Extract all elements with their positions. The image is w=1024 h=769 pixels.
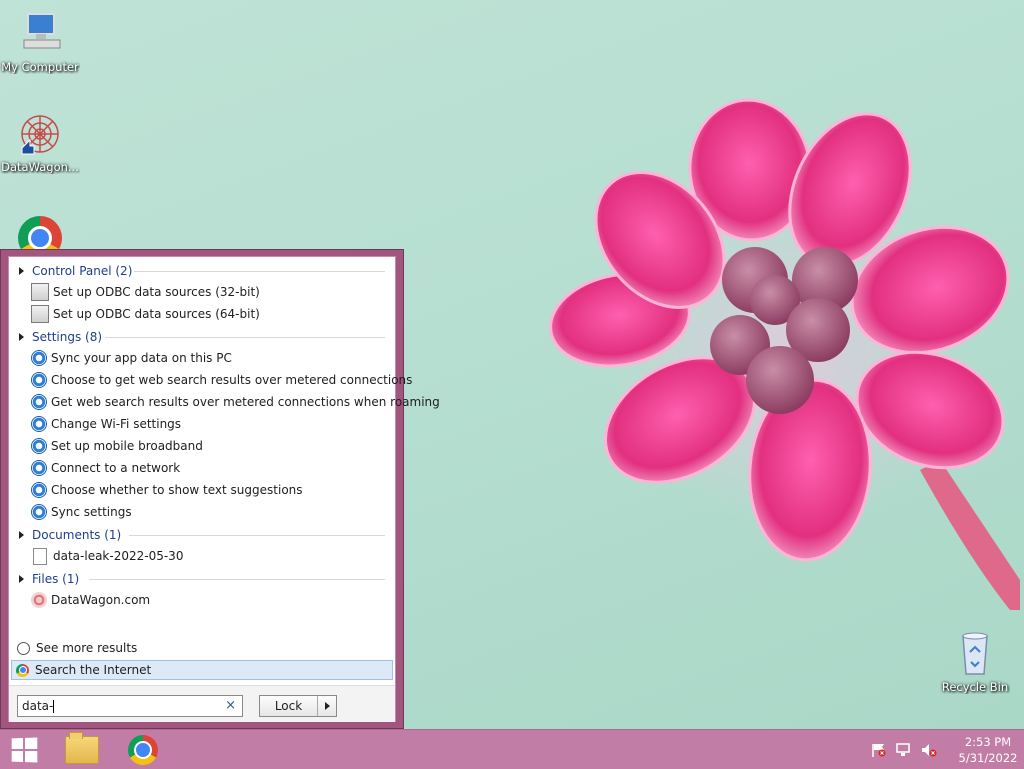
taskbar-clock[interactable]: 2:53 PM 5/31/2022: [952, 734, 1024, 766]
gear-icon: [31, 482, 47, 498]
group-header-documents[interactable]: Documents (1): [19, 526, 385, 544]
clock-date: 5/31/2022: [958, 750, 1018, 765]
result-item[interactable]: Choose to get web search results over me…: [31, 370, 412, 390]
result-item[interactable]: Sync your app data on this PC: [31, 348, 232, 368]
result-label: Change Wi-Fi settings: [51, 417, 182, 431]
wallpaper-flower: [549, 98, 1020, 610]
result-label: data-leak-2022-05-30: [53, 549, 184, 563]
odbc-icon: [31, 283, 49, 301]
action-center-flag-icon[interactable]: [871, 743, 887, 757]
search-icon: [17, 641, 30, 655]
lock-button-group: Lock: [259, 695, 337, 717]
datawagon-icon: [16, 110, 64, 158]
result-item[interactable]: Set up mobile broadband: [31, 436, 203, 456]
result-item[interactable]: Change Wi-Fi settings: [31, 414, 181, 434]
desktop-icon-my-computer[interactable]: My Computer: [0, 10, 80, 74]
gear-icon: [31, 350, 47, 366]
volume-muted-icon[interactable]: [921, 743, 937, 757]
desktop-icon-label: Recycle Bin: [941, 680, 1009, 694]
start-search-panel: Control Panel (2) Set up ODBC data sourc…: [0, 249, 440, 729]
chevron-right-icon: [324, 702, 330, 710]
computer-icon: [16, 10, 64, 58]
desktop-icon-label: DataWagon...: [1, 160, 79, 174]
group-header-settings[interactable]: Settings (8): [19, 328, 385, 346]
result-item[interactable]: Set up ODBC data sources (64-bit): [31, 304, 260, 324]
search-internet-label: Search the Internet: [35, 663, 152, 677]
group-header-control-panel[interactable]: Control Panel (2): [19, 262, 385, 280]
clear-search-icon[interactable]: ×: [225, 698, 236, 713]
group-header-files[interactable]: Files (1): [19, 570, 385, 588]
chrome-icon: [16, 663, 29, 677]
result-item[interactable]: DataWagon.com: [31, 590, 150, 610]
group-label: Control Panel (2): [32, 264, 133, 278]
result-label: Set up mobile broadband: [51, 439, 203, 453]
search-results-list: Control Panel (2) Set up ODBC data sourc…: [8, 256, 440, 722]
gear-icon: [31, 438, 47, 454]
chrome-icon: [128, 734, 158, 765]
recycle-bin-icon: [951, 630, 999, 678]
result-item[interactable]: Choose whether to show text suggestions: [31, 480, 303, 500]
start-button[interactable]: [0, 730, 48, 769]
gear-icon: [31, 416, 47, 432]
result-label: Set up ODBC data sources (32-bit): [53, 285, 260, 299]
result-label: Sync your app data on this PC: [51, 351, 232, 365]
result-label: Connect to a network: [51, 461, 181, 475]
result-label: Choose to get web search results over me…: [51, 373, 413, 387]
search-query-text: data-: [22, 699, 54, 713]
see-more-label: See more results: [36, 641, 138, 655]
group-label: Settings (8): [32, 330, 103, 344]
gear-icon: [31, 372, 47, 388]
desktop-icon-datawagon[interactable]: DataWagon...: [0, 110, 80, 174]
result-item[interactable]: data-leak-2022-05-30: [31, 546, 183, 566]
result-item[interactable]: Connect to a network: [31, 458, 180, 478]
result-label: Get web search results over metered conn…: [51, 395, 440, 409]
expand-arrow-icon: [19, 575, 24, 583]
expand-arrow-icon: [19, 267, 24, 275]
search-bar-area: data- × Lock: [9, 685, 395, 722]
clock-time: 2:53 PM: [964, 734, 1012, 749]
taskbar-chrome[interactable]: [119, 730, 167, 769]
taskbar-file-explorer[interactable]: [58, 730, 106, 769]
document-icon: [33, 547, 47, 565]
odbc-icon: [31, 305, 49, 323]
result-item[interactable]: Get web search results over metered conn…: [31, 392, 440, 412]
result-item[interactable]: Set up ODBC data sources (32-bit): [31, 282, 260, 302]
folder-icon: [65, 731, 99, 764]
lock-button[interactable]: Lock: [260, 696, 318, 716]
gear-icon: [31, 460, 47, 476]
desktop-icon-label: My Computer: [1, 60, 79, 74]
gear-icon: [31, 394, 47, 410]
power-options-arrow-button[interactable]: [318, 696, 336, 716]
result-label: Choose whether to show text suggestions: [51, 483, 303, 497]
system-tray: 2:53 PM 5/31/2022: [871, 730, 1024, 769]
see-more-results-link[interactable]: See more results: [17, 639, 137, 657]
result-item[interactable]: Sync settings: [31, 502, 132, 522]
expand-arrow-icon: [19, 333, 24, 341]
desktop-icon-recycle-bin[interactable]: Recycle Bin: [935, 630, 1015, 694]
gear-icon: [31, 504, 47, 520]
result-label: DataWagon.com: [51, 593, 151, 607]
result-label: Set up ODBC data sources (64-bit): [53, 307, 260, 321]
network-icon[interactable]: [896, 742, 912, 757]
search-input[interactable]: data- ×: [17, 695, 243, 717]
result-label: Sync settings: [51, 505, 132, 519]
search-internet-item[interactable]: Search the Internet: [11, 660, 393, 680]
expand-arrow-icon: [19, 531, 24, 539]
windows-logo-icon: [11, 737, 38, 762]
taskbar: 2:53 PM 5/31/2022: [0, 729, 1024, 769]
group-label: Files (1): [32, 572, 80, 586]
datawagon-icon: [31, 592, 47, 608]
group-label: Documents (1): [32, 528, 122, 542]
